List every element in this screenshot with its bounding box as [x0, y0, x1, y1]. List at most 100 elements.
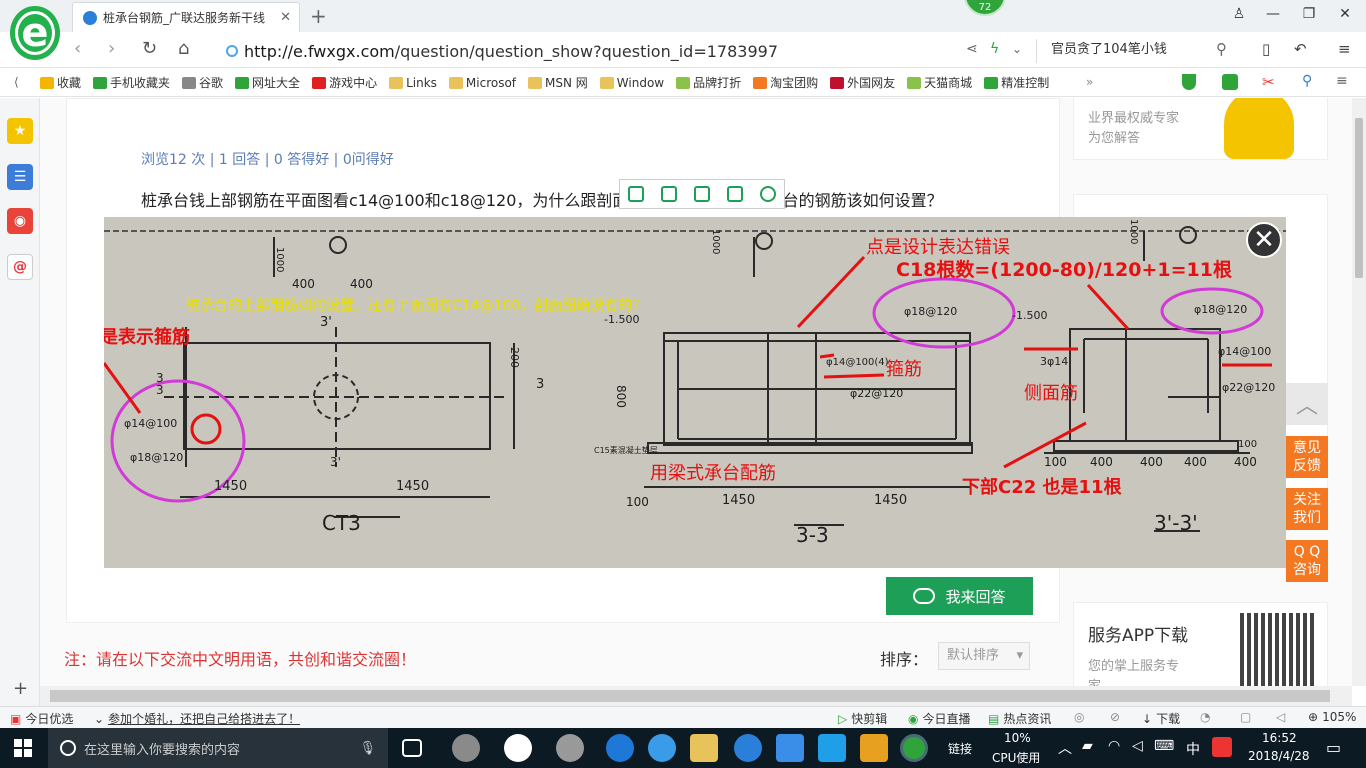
- hot-news[interactable]: ▤ 热点资讯: [988, 710, 1051, 727]
- collapse-icon[interactable]: ⟨: [14, 75, 19, 89]
- new-tab-button[interactable]: +: [310, 4, 327, 28]
- bookmark-item[interactable]: 谷歌: [182, 74, 223, 91]
- note-app-icon[interactable]: [860, 734, 888, 762]
- shirt-icon[interactable]: ♙: [1228, 6, 1250, 24]
- back-to-top-button[interactable]: ︿: [1286, 383, 1328, 425]
- clean-icon[interactable]: ◔: [1200, 710, 1210, 724]
- ie-icon[interactable]: [648, 734, 676, 762]
- share-icon[interactable]: ⋖: [966, 41, 978, 57]
- back-icon[interactable]: ‹: [74, 38, 81, 59]
- site-info-icon[interactable]: [226, 45, 238, 57]
- home-icon[interactable]: ⌂: [178, 38, 189, 59]
- image-viewer[interactable]: 1000 400 400 3 3' 200 3 3 3' φ14@100 φ18@120 1450 14…: [104, 217, 1286, 568]
- add-panel-button[interactable]: +: [13, 678, 28, 699]
- menu-icon[interactable]: ≡: [1338, 40, 1351, 58]
- news-ticker[interactable]: ⌄ 参加个婚礼，还把自己给搭进去了！: [94, 710, 300, 727]
- close-tab-icon[interactable]: ✕: [280, 10, 291, 25]
- calculator-app-icon[interactable]: [776, 734, 804, 762]
- bookmark-item[interactable]: 外国网友: [830, 74, 895, 91]
- today-live[interactable]: ◉ 今日直播: [908, 710, 971, 727]
- horizontal-scroll-thumb[interactable]: [50, 690, 1330, 702]
- bookmark-item[interactable]: 手机收藏夹: [93, 74, 170, 91]
- lightning-icon[interactable]: ϟ: [990, 41, 999, 57]
- more-icon[interactable]: ≡: [1336, 73, 1348, 89]
- reading-list-icon[interactable]: ☰: [7, 164, 33, 190]
- tray-expand-icon[interactable]: ︿: [1058, 738, 1072, 758]
- quick-clip[interactable]: ▷ 快剪辑: [838, 710, 887, 727]
- phone-icon[interactable]: ▯: [1262, 40, 1270, 58]
- restore-button[interactable]: ❐: [1298, 6, 1320, 24]
- browser-tab[interactable]: 桩承台钢筋_广联达服务新干线 ✕: [72, 2, 300, 32]
- qq-consult-button[interactable]: Q Q咨询: [1286, 540, 1328, 582]
- bookmark-item[interactable]: 品牌打折: [676, 74, 741, 91]
- scissors-icon[interactable]: ✂: [1262, 73, 1275, 91]
- swirl-app-icon[interactable]: [556, 734, 584, 762]
- browser-active-icon[interactable]: [900, 734, 928, 762]
- clock-time[interactable]: 16:52: [1262, 731, 1297, 745]
- horizontal-scrollbar[interactable]: [40, 686, 1352, 706]
- feedback-button[interactable]: 意见反馈: [1286, 436, 1328, 478]
- bin-icon[interactable]: ⊘: [1110, 710, 1120, 724]
- close-window-button[interactable]: ✕: [1334, 6, 1356, 24]
- bookmark-item[interactable]: 游戏中心: [312, 74, 377, 91]
- keyboard-icon[interactable]: ⌨: [1154, 738, 1174, 754]
- microphone-icon[interactable]: 🎙: [359, 741, 376, 756]
- bookmark-item[interactable]: 淘宝团购: [753, 74, 818, 91]
- search-icon[interactable]: ⚲: [1302, 73, 1312, 89]
- share-icon[interactable]: [726, 186, 743, 202]
- browser-logo-icon[interactable]: e: [10, 6, 60, 60]
- notification-center-icon[interactable]: ▭: [1326, 738, 1341, 757]
- pinwheel-app-icon[interactable]: [452, 734, 480, 762]
- save-icon[interactable]: [693, 186, 710, 202]
- undo-icon[interactable]: ↶: [1294, 40, 1307, 58]
- zoom-control[interactable]: ⊕ 105%: [1308, 710, 1356, 724]
- volume-icon[interactable]: ◁: [1276, 710, 1285, 724]
- sort-select[interactable]: 默认排序 ▾: [938, 642, 1030, 670]
- download-button[interactable]: ↓ 下载: [1142, 710, 1180, 727]
- vertical-scrollbar[interactable]: [1352, 98, 1366, 686]
- shield-icon[interactable]: [1182, 74, 1196, 90]
- bookmark-item[interactable]: MSN 网: [528, 74, 588, 91]
- hot-search-field[interactable]: 官员贪了104笔小钱: [1036, 39, 1236, 63]
- start-icon[interactable]: [14, 739, 32, 757]
- reload-icon[interactable]: ↻: [142, 38, 157, 59]
- link-label[interactable]: 链接: [948, 740, 972, 757]
- favorites-icon[interactable]: ★: [7, 118, 33, 144]
- minimize-button[interactable]: —: [1262, 6, 1284, 24]
- translate-icon[interactable]: [1222, 74, 1238, 90]
- settings-icon[interactable]: [759, 186, 776, 202]
- search-icon[interactable]: ⚲: [1216, 40, 1227, 58]
- fullscreen-icon[interactable]: [661, 186, 678, 202]
- forward-icon[interactable]: ›: [108, 38, 115, 59]
- tray-app-icon[interactable]: ▰: [1082, 738, 1093, 754]
- speed-icon[interactable]: ◎: [1074, 710, 1084, 724]
- url-field[interactable]: http://e.fwxgx.com/question/question_sho…: [226, 39, 986, 63]
- bookmark-item[interactable]: 天猫商城: [907, 74, 972, 91]
- ime-indicator[interactable]: 中: [1186, 739, 1200, 759]
- browser-e-icon[interactable]: [504, 734, 532, 762]
- bookmark-item[interactable]: Window: [599, 76, 664, 90]
- plus-app-icon[interactable]: [818, 734, 846, 762]
- original-size-icon[interactable]: [628, 186, 645, 202]
- sogou-icon[interactable]: [1212, 737, 1232, 757]
- answer-button[interactable]: 我来回答: [886, 577, 1033, 615]
- edge-icon[interactable]: [606, 734, 634, 762]
- bookmark-item[interactable]: 网址大全: [235, 74, 300, 91]
- bookmark-item[interactable]: 精准控制: [984, 74, 1049, 91]
- volume-icon[interactable]: ◁: [1132, 738, 1143, 754]
- window-icon[interactable]: ▢: [1240, 710, 1251, 724]
- notification-badge[interactable]: 72: [964, 0, 1006, 16]
- bookmark-item[interactable]: Microsof: [448, 76, 516, 90]
- email-icon[interactable]: @: [7, 254, 33, 280]
- wifi-icon[interactable]: ◠: [1108, 738, 1120, 754]
- taskbar-search[interactable]: 在这里输入你要搜索的内容 🎙: [48, 728, 388, 768]
- clock-date[interactable]: 2018/4/28: [1248, 749, 1310, 763]
- task-view-icon[interactable]: [402, 739, 422, 757]
- vertical-scroll-thumb[interactable]: [1355, 118, 1363, 278]
- glodon-app-icon[interactable]: [734, 734, 762, 762]
- weibo-icon[interactable]: ◉: [7, 208, 33, 234]
- file-explorer-icon[interactable]: [690, 734, 718, 762]
- bookmark-item[interactable]: Links: [389, 76, 437, 90]
- chevron-down-icon[interactable]: ⌄: [1012, 42, 1022, 56]
- close-viewer-button[interactable]: ✕: [1246, 222, 1282, 258]
